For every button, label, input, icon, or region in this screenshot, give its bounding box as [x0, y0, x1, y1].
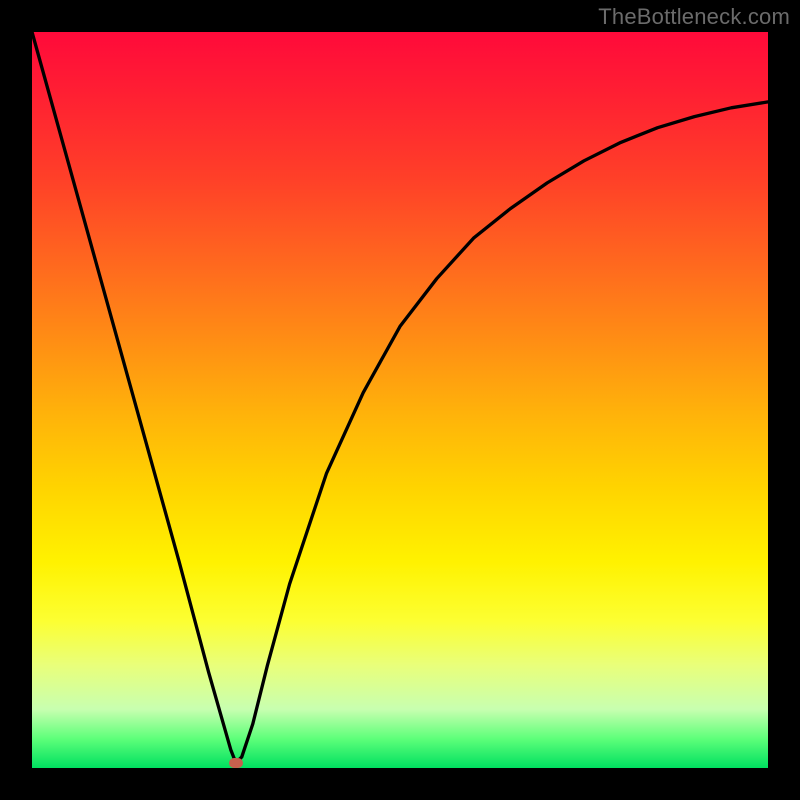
- plot-area: [32, 32, 768, 768]
- watermark-text: TheBottleneck.com: [598, 4, 790, 30]
- bottleneck-curve: [32, 32, 768, 763]
- chart-frame: TheBottleneck.com: [0, 0, 800, 800]
- curve-svg: [32, 32, 768, 768]
- minimum-marker: [229, 758, 243, 768]
